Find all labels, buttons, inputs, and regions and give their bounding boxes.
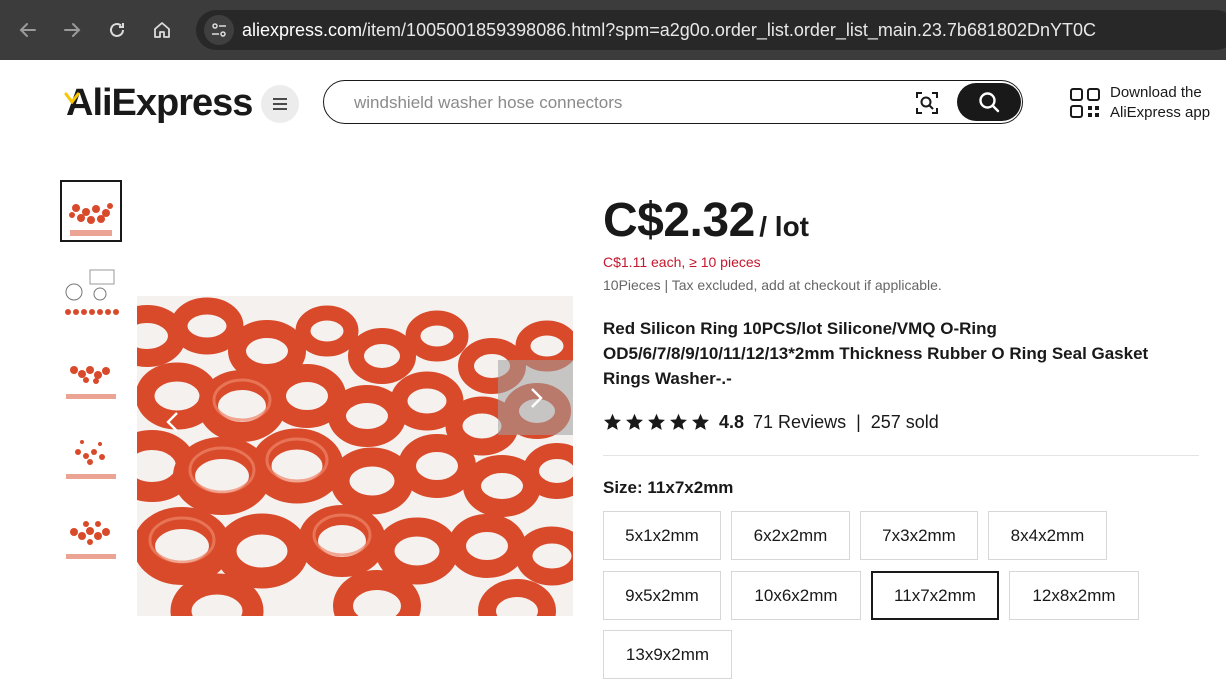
search-button[interactable] <box>957 83 1021 121</box>
size-option-6x2x2mm[interactable]: 6x2x2mm <box>731 511 850 560</box>
size-option-7x3x2mm[interactable]: 7x3x2mm <box>860 511 978 560</box>
thumbnail-2[interactable] <box>60 262 122 324</box>
size-option-11x7x2mm[interactable]: 11x7x2mm <box>871 571 999 620</box>
star-icon <box>626 413 643 430</box>
size-option-10x6x2mm[interactable]: 10x6x2mm <box>731 571 861 620</box>
separator: | <box>856 411 861 432</box>
size-selected-label: Size: 11x7x2mm <box>603 478 734 497</box>
arrow-right-icon <box>64 23 81 37</box>
forward-button[interactable] <box>56 14 88 46</box>
image-search-icon[interactable] <box>914 90 940 116</box>
home-button[interactable] <box>146 14 178 46</box>
size-option-12x8x2mm[interactable]: 12x8x2mm <box>1009 571 1139 620</box>
product-price: C$2.32 / lot <box>603 194 809 247</box>
thumbnail-1[interactable] <box>60 180 122 242</box>
address-bar[interactable]: aliexpress.com/item/1005001859398086.htm… <box>196 10 1226 50</box>
logo-smile-icon <box>64 92 80 104</box>
search-input[interactable] <box>352 91 896 115</box>
sold-count: 257 sold <box>870 411 939 432</box>
home-icon <box>154 22 170 38</box>
search-box <box>323 80 1023 124</box>
reload-icon <box>110 22 124 37</box>
size-option-8x4x2mm[interactable]: 8x4x2mm <box>988 511 1107 560</box>
rating-score: 4.8 <box>719 411 745 432</box>
chevron-right-icon <box>530 387 543 408</box>
size-option-13x9x2mm[interactable]: 13x9x2mm <box>603 630 732 679</box>
star-icon <box>692 413 709 430</box>
tax-note: 10Pieces | Tax excluded, add at checkout… <box>603 277 942 293</box>
back-button[interactable] <box>12 14 44 46</box>
size-option-9x5x2mm[interactable]: 9x5x2mm <box>603 571 721 620</box>
star-rating <box>603 413 710 431</box>
star-icon <box>670 413 687 430</box>
site-settings-icon[interactable] <box>204 15 234 45</box>
reviews-link[interactable]: 71 Reviews <box>753 412 846 433</box>
thumbnail-3[interactable] <box>60 342 122 404</box>
star-icon <box>604 413 621 430</box>
qr-code-icon[interactable] <box>1069 87 1101 119</box>
arrow-left-icon <box>19 23 36 37</box>
rating-summary: 4.8 71 Reviews | 257 sold <box>603 410 939 434</box>
size-option-5x1x2mm[interactable]: 5x1x2mm <box>603 511 721 560</box>
url-text: aliexpress.com/item/1005001859398086.htm… <box>242 20 1097 40</box>
thumbnail-5[interactable] <box>60 502 122 564</box>
product-title: Red Silicon Ring 10PCS/lot Silicone/VMQ … <box>603 319 1149 388</box>
download-app-link[interactable]: Download the AliExpress app <box>1110 83 1210 123</box>
product-main-image[interactable] <box>137 296 573 616</box>
category-menu-button[interactable] <box>261 85 299 123</box>
next-image-button[interactable] <box>498 360 573 435</box>
browser-toolbar: aliexpress.com/item/1005001859398086.htm… <box>0 0 1226 60</box>
thumbnail-4[interactable] <box>60 422 122 484</box>
hamburger-icon <box>273 98 287 110</box>
star-icon <box>648 413 665 430</box>
previous-image-button[interactable] <box>153 392 193 452</box>
price-per-piece: C$1.11 each, ≥ 10 pieces <box>603 254 761 270</box>
search-icon <box>979 92 1000 113</box>
chevron-left-icon <box>166 412 178 432</box>
o-rings-photo <box>137 296 573 616</box>
divider <box>603 455 1199 456</box>
reload-button[interactable] <box>101 14 133 46</box>
